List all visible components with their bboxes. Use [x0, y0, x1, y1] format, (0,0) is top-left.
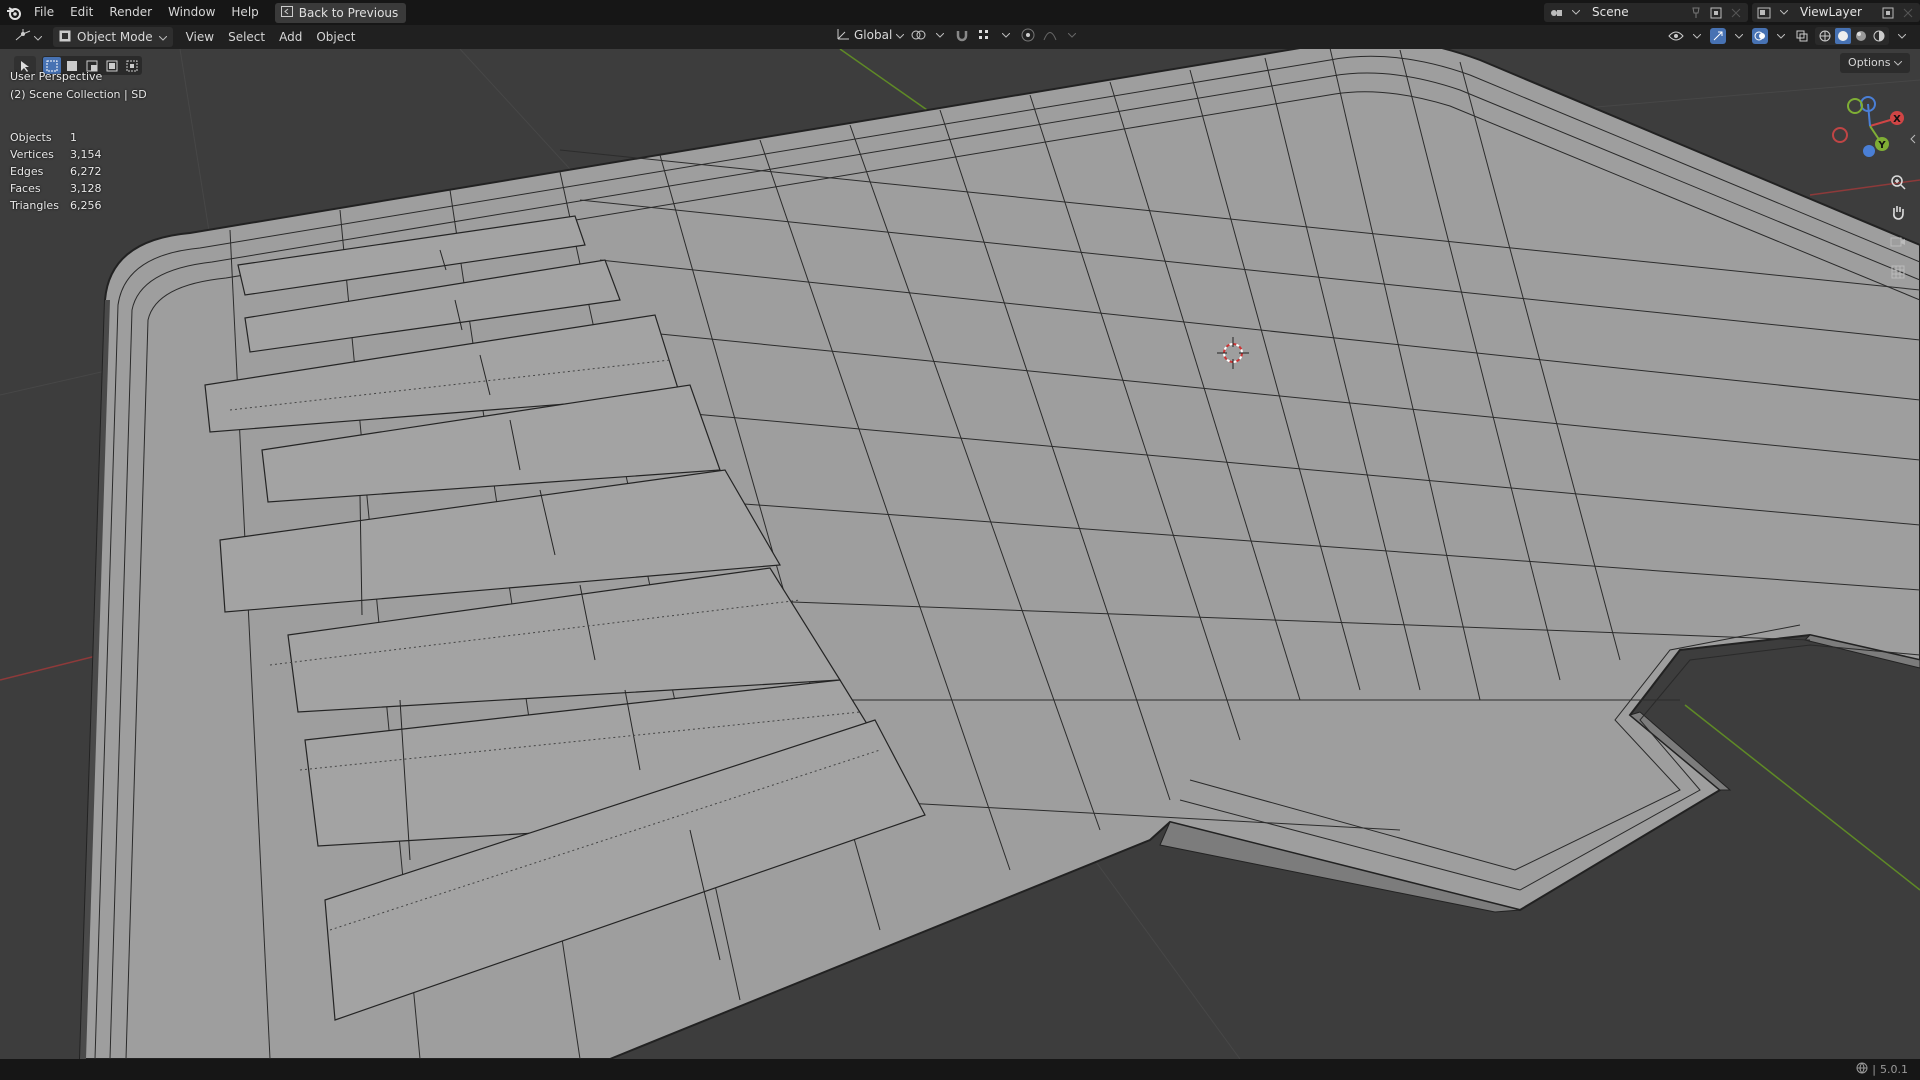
gizmo-x-label: X	[1893, 114, 1901, 125]
menu-help[interactable]: Help	[223, 0, 266, 25]
shading-mode-group	[1815, 27, 1889, 45]
topbar-right-group: Scene ViewLayer	[1544, 0, 1920, 25]
chevron-down-icon[interactable]	[1894, 28, 1910, 44]
view-layer-selector[interactable]: ViewLayer	[1752, 3, 1920, 22]
menu-file[interactable]: File	[26, 0, 62, 25]
menu-add[interactable]: Add	[272, 27, 309, 47]
viewport-header: Object Mode View Select Add Object Globa…	[0, 25, 1920, 49]
screen-back-icon	[280, 5, 293, 20]
globe-icon	[1856, 1062, 1868, 1077]
chevron-down-icon	[33, 27, 43, 47]
menu-window[interactable]: Window	[160, 0, 223, 25]
gizmo-neg-z-axis[interactable]	[1863, 145, 1875, 157]
perspective-label: User Perspective	[10, 70, 103, 83]
chevron-down-icon[interactable]	[1731, 28, 1747, 44]
falloff-curve-icon[interactable]	[1042, 27, 1058, 43]
stat-vertices: Vertices 3,154	[10, 148, 102, 161]
editor-type-button[interactable]	[8, 27, 49, 47]
orientation-label: Global	[854, 28, 893, 42]
view-layer-field[interactable]: ViewLayer	[1796, 3, 1876, 22]
mesh-object[interactable]	[78, 49, 1920, 1059]
select-intersect-icon[interactable]	[123, 57, 141, 74]
gizmo-neg-x-axis[interactable]	[1832, 127, 1848, 143]
status-bar: | 5.0.1	[0, 1059, 1920, 1080]
delete-scene-icon[interactable]	[1728, 5, 1744, 21]
pivot-point-icon[interactable]	[910, 27, 926, 43]
stat-objects: Objects 1	[10, 131, 77, 144]
snap-grid-icon[interactable]	[976, 27, 992, 43]
chevron-down-icon[interactable]	[932, 27, 948, 43]
visibility-eye-icon[interactable]	[1668, 28, 1684, 44]
scene-selector[interactable]: Scene	[1544, 3, 1748, 22]
ortho-grid-icon[interactable]	[1886, 260, 1910, 284]
divider-bar: |	[1872, 1063, 1876, 1076]
menu-view[interactable]: View	[179, 27, 221, 47]
delete-view-layer-icon[interactable]	[1900, 5, 1916, 21]
version-label: 5.0.1	[1880, 1063, 1908, 1076]
orientation-axes-icon	[836, 27, 850, 43]
xray-toggle-icon[interactable]	[1794, 28, 1810, 44]
chevron-down-icon	[895, 28, 905, 42]
version-info: | 5.0.1	[1856, 1062, 1908, 1077]
gizmo-neg-y-axis[interactable]	[1847, 98, 1863, 114]
top-menu-bar: File Edit Render Window Help Back to Pre…	[0, 0, 1920, 25]
navigation-gizmo[interactable]: X Y	[1832, 96, 1904, 157]
collection-label: (2) Scene Collection | SD	[10, 88, 147, 101]
object-mode-dropdown[interactable]: Object Mode	[53, 27, 173, 47]
3d-viewport[interactable]: X Y User Perspective (2) Scene Collectio…	[0, 49, 1920, 1059]
transform-tools: Global	[836, 27, 1080, 43]
snap-magnet-icon[interactable]	[954, 27, 970, 43]
pin-icon[interactable]	[1688, 5, 1704, 21]
chevron-down-icon	[1776, 5, 1792, 21]
view-layer-icon	[1756, 5, 1772, 21]
menu-select[interactable]: Select	[221, 27, 272, 47]
object-mode-icon	[59, 30, 71, 45]
scene-statistics: Objects 1 Vertices 3,154 Edges 6,272 Faces 3…	[10, 131, 102, 216]
blender-logo-icon[interactable]	[2, 1, 26, 25]
zoom-icon[interactable]	[1886, 170, 1910, 194]
camera-view-icon[interactable]	[1886, 230, 1910, 254]
new-scene-icon[interactable]	[1708, 5, 1724, 21]
scene-name-field[interactable]: Scene	[1588, 3, 1684, 22]
viewport-display-tools	[1668, 27, 1910, 45]
chevron-down-icon[interactable]	[1689, 28, 1705, 44]
scene-icon	[1548, 5, 1564, 21]
wireframe-shading-icon[interactable]	[1817, 28, 1833, 44]
menu-object[interactable]: Object	[309, 27, 362, 47]
material-preview-icon[interactable]	[1853, 28, 1869, 44]
menu-render[interactable]: Render	[101, 0, 160, 25]
select-invert-icon[interactable]	[103, 57, 121, 74]
show-overlays-icon[interactable]	[1752, 28, 1768, 44]
chevron-down-icon[interactable]	[1773, 28, 1789, 44]
object-mode-label: Object Mode	[77, 30, 153, 44]
sidebar-toggle-chevron-icon[interactable]	[1906, 127, 1920, 151]
y-axis-line	[839, 49, 931, 113]
stat-triangles: Triangles 6,256	[10, 199, 102, 212]
back-to-previous-label: Back to Previous	[298, 5, 399, 20]
stat-faces: Faces 3,128	[10, 182, 102, 195]
rendered-shading-icon[interactable]	[1871, 28, 1887, 44]
chevron-down-icon	[1568, 5, 1584, 21]
3d-viewport-icon	[15, 27, 31, 47]
gizmo-y-label: Y	[1877, 140, 1886, 151]
show-gizmo-icon[interactable]	[1710, 28, 1726, 44]
viewport-scene-canvas[interactable]: X Y	[0, 49, 1920, 1059]
pan-hand-icon[interactable]	[1886, 200, 1910, 224]
stat-edges: Edges 6,272	[10, 165, 102, 178]
proportional-editing-icon[interactable]	[1020, 27, 1036, 43]
transform-orientation-dropdown[interactable]: Global	[836, 27, 905, 43]
chevron-down-icon[interactable]	[998, 27, 1014, 43]
back-to-previous-button[interactable]: Back to Previous	[274, 2, 407, 23]
solid-shading-icon[interactable]	[1835, 28, 1851, 44]
menu-edit[interactable]: Edit	[62, 0, 101, 25]
chevron-down-icon	[158, 30, 167, 44]
y-axis-line-near	[1684, 704, 1920, 891]
x-axis-line	[0, 654, 101, 681]
options-label: Options	[1848, 56, 1891, 69]
chevron-down-icon[interactable]	[1064, 27, 1080, 43]
options-dropdown[interactable]: Options	[1840, 53, 1910, 73]
new-view-layer-icon[interactable]	[1880, 5, 1896, 21]
